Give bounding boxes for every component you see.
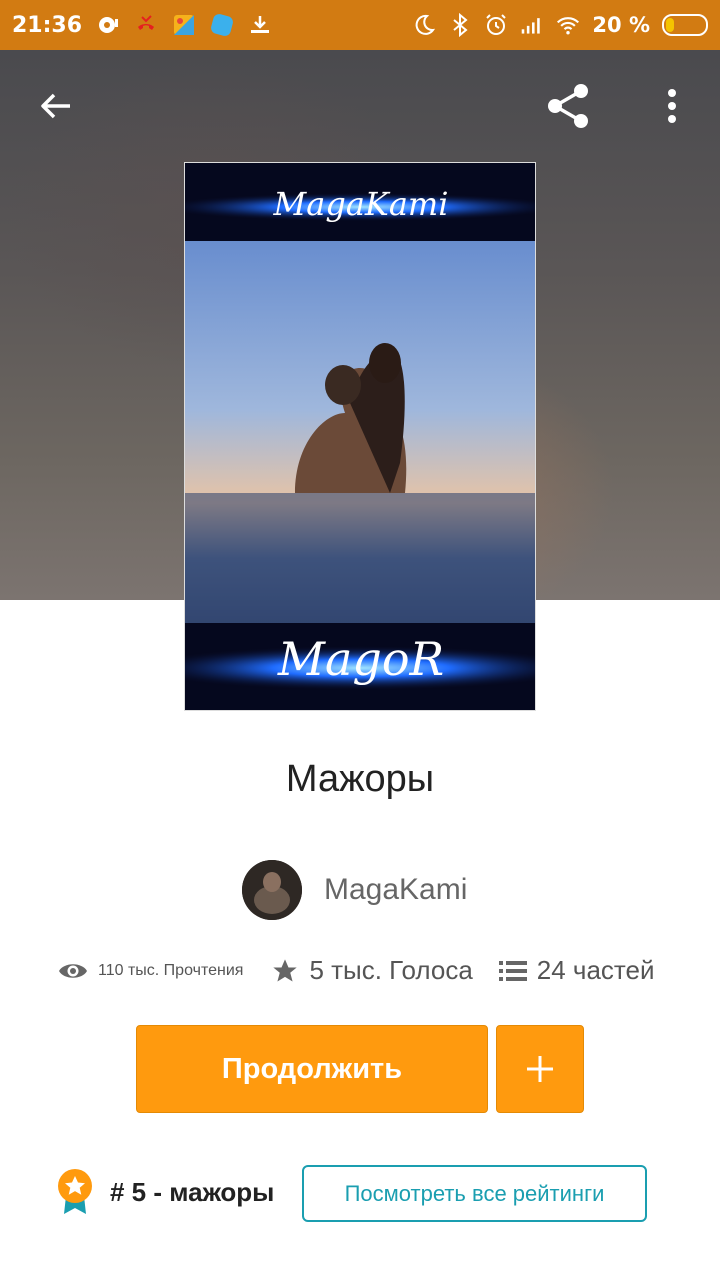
ranking-medal-icon — [58, 1169, 92, 1214]
share-icon — [548, 84, 588, 128]
battery-icon — [662, 14, 708, 36]
votes-stat: 5 тыс. Голоса — [271, 955, 473, 986]
cover-top-text: MagaKami — [273, 185, 449, 223]
more-vertical-icon — [668, 89, 676, 123]
signal-icon — [522, 18, 541, 34]
alarm-icon — [486, 14, 507, 35]
star-icon — [273, 958, 298, 981]
parts-stat: 24 частей — [498, 955, 655, 986]
moon-icon — [416, 14, 436, 35]
battery-fill — [666, 18, 675, 32]
view-all-rankings-button[interactable]: Посмотреть все рейтинги — [302, 1165, 647, 1222]
arrow-left-icon — [41, 93, 70, 119]
story-cover-image[interactable]: MagaKami MagoR — [184, 162, 536, 711]
cover-artwork: MagaKami MagoR — [185, 163, 535, 710]
back-button[interactable] — [28, 78, 84, 134]
bluetooth-icon — [453, 13, 468, 37]
story-stats: 110 тыс. Прочтения 5 тыс. Голоса 24 част… — [58, 955, 678, 986]
author-link[interactable]: MagaKami — [242, 860, 467, 920]
app-icon — [174, 15, 195, 35]
reads-count: 110 тыс. Прочтения — [98, 961, 244, 979]
ranking-text: # 5 - мажоры — [110, 1176, 275, 1207]
story-title: Мажоры — [285, 758, 435, 800]
battery-percent: 20 % — [592, 13, 650, 37]
add-to-library-button[interactable] — [496, 1025, 584, 1113]
status-time: 21:36 — [12, 12, 83, 38]
parts-count: 24 частей — [536, 955, 655, 985]
reads-stat: 110 тыс. Прочтения — [58, 960, 243, 982]
votes-count: 5 тыс. Голоса — [309, 955, 473, 985]
cover-bottom-text: MagoR — [277, 632, 444, 686]
ranking-badge: # 5 - мажоры — [56, 1168, 274, 1216]
eye-icon — [59, 963, 87, 978]
status-bar: 21:36 20 % — [0, 0, 720, 50]
plus-icon — [527, 1056, 553, 1082]
author-name: MagaKami — [324, 873, 468, 906]
notification-icon — [99, 17, 119, 33]
download-icon — [251, 16, 270, 33]
app-icon — [211, 14, 233, 36]
share-button[interactable] — [540, 78, 596, 134]
more-options-button[interactable] — [644, 78, 700, 134]
continue-reading-button[interactable]: Продолжить — [136, 1025, 488, 1113]
wifi-icon — [557, 17, 580, 35]
avatar — [242, 860, 302, 920]
missed-call-icon — [138, 15, 155, 30]
list-icon — [498, 960, 527, 981]
